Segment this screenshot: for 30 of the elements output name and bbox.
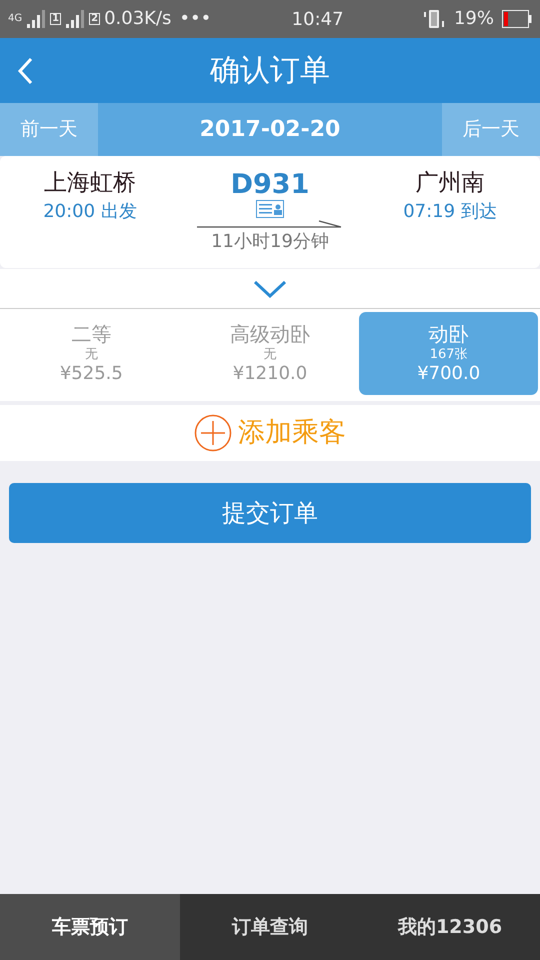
battery-icon	[502, 10, 532, 28]
back-icon	[16, 56, 34, 86]
train-number: D931	[230, 170, 310, 200]
battery-percent: 19%	[454, 10, 494, 28]
station-name: 广州南	[414, 170, 486, 198]
id-card-icon	[256, 200, 284, 218]
submit-order-button[interactable]: 提交订单	[9, 483, 531, 543]
seat-option[interactable]: 二等 无 ¥525.5	[2, 312, 181, 395]
travel-duration: 11小时19分钟	[211, 230, 329, 254]
more-dots: •••	[179, 10, 212, 28]
date-label: 2017-02-20	[200, 116, 340, 144]
clock: 10:47	[292, 8, 344, 30]
nav-tab[interactable]: 车票预订	[0, 894, 180, 960]
time-label: 07:19 到达	[402, 200, 498, 224]
time-label: 20:00 出发	[42, 200, 138, 224]
signal-icon	[65, 10, 86, 28]
signal-icon	[26, 10, 46, 28]
next-day-button[interactable]: 后一天	[442, 103, 540, 156]
sim-label: 2	[89, 13, 100, 25]
previous-day-button[interactable]: 前一天	[0, 103, 98, 156]
seat-option[interactable]: 动卧 167张 ¥700.0	[359, 312, 538, 395]
station-name: 上海虹桥	[43, 170, 137, 198]
vibrate-icon	[424, 8, 446, 30]
expand-chevron[interactable]	[253, 280, 287, 298]
seat-option[interactable]: 高级动卧 无 ¥1210.0	[180, 312, 360, 395]
network-speed: 0.03K/s	[104, 10, 172, 28]
page-title: 确认订单	[210, 52, 330, 88]
sim-label: 1	[50, 13, 62, 25]
network-label: 4G	[8, 14, 22, 24]
plus-circle-icon	[194, 414, 232, 452]
